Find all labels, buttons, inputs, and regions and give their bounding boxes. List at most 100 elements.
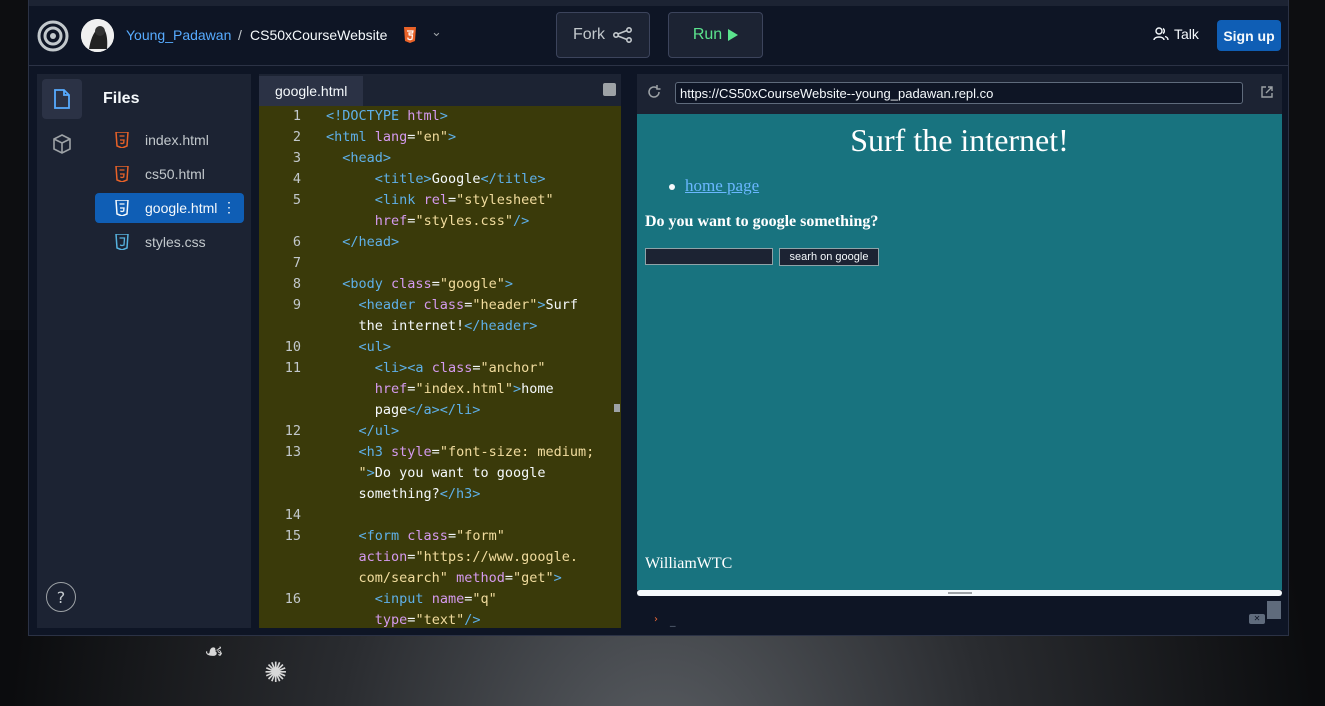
line-number: 2 bbox=[292, 129, 301, 145]
pane-resizer-left[interactable] bbox=[251, 74, 259, 628]
help-button[interactable]: ? bbox=[46, 582, 76, 612]
console[interactable]: › _ ✕ bbox=[637, 596, 1282, 628]
line-number: 14 bbox=[284, 507, 301, 523]
breadcrumb-repl-name[interactable]: CS50xCourseWebsite bbox=[250, 27, 387, 43]
line-number: 12 bbox=[284, 423, 301, 439]
file-label: index.html bbox=[145, 132, 209, 148]
file-item-google[interactable]: google.html ⋮ bbox=[95, 193, 244, 223]
code-line: <header class="header">Surf bbox=[358, 297, 579, 313]
line-number: 6 bbox=[292, 234, 301, 250]
code-area[interactable]: 1 2 3 4 5 6 7 8 9 10 11 12 13 14 15 16 <… bbox=[259, 106, 629, 628]
file-label: cs50.html bbox=[145, 166, 205, 182]
css3-icon bbox=[115, 234, 129, 250]
line-number: 15 bbox=[284, 528, 301, 544]
code-line: </ul> bbox=[358, 423, 400, 439]
reload-icon[interactable] bbox=[647, 85, 661, 99]
signup-button[interactable]: Sign up bbox=[1217, 20, 1281, 51]
stop-icon[interactable] bbox=[603, 83, 616, 96]
fork-label: Fork bbox=[573, 26, 605, 43]
desktop-speck: ☙ bbox=[204, 640, 224, 665]
rendered-page: Surf the internet! home page Do you want… bbox=[637, 114, 1282, 590]
top-bar: Young_Padawan / CS50xCourseWebsite ⌄ For… bbox=[29, 0, 1288, 66]
line-number: 8 bbox=[292, 276, 301, 292]
run-button[interactable]: Run bbox=[668, 12, 763, 58]
code-line: the internet!</header> bbox=[326, 318, 538, 334]
page-heading: Surf the internet! bbox=[850, 122, 1069, 158]
browser-strip bbox=[29, 0, 1288, 6]
code-line: href="styles.css"/> bbox=[374, 213, 530, 229]
files-tool-button[interactable] bbox=[42, 79, 82, 119]
code-line: <li><a class="anchor" bbox=[374, 360, 546, 376]
file-item-styles[interactable]: styles.css bbox=[95, 227, 244, 257]
page-footer: WilliamWTC bbox=[645, 555, 733, 572]
code-line: <head> bbox=[342, 150, 392, 166]
file-item-index[interactable]: index.html bbox=[95, 125, 244, 155]
code-line: com/search" method="get"> bbox=[358, 570, 562, 586]
talk-label: Talk bbox=[1174, 26, 1199, 42]
code-line: <form class="form" bbox=[358, 528, 505, 544]
line-number: 13 bbox=[284, 444, 301, 460]
code-line: <!DOCTYPE html> bbox=[326, 108, 448, 124]
code-line: type="text"/> bbox=[374, 612, 481, 628]
replit-window: Young_Padawan / CS50xCourseWebsite ⌄ For… bbox=[28, 0, 1289, 636]
breadcrumb-separator: / bbox=[238, 27, 242, 43]
console-cursor: _ bbox=[670, 614, 676, 627]
code-line: <body class="google"> bbox=[342, 276, 513, 292]
chevron-down-icon[interactable]: ⌄ bbox=[431, 25, 442, 40]
more-options-icon[interactable]: ⋮ bbox=[222, 199, 236, 216]
editor-scrollbar[interactable] bbox=[614, 404, 620, 412]
code-line: <html lang="en"> bbox=[326, 129, 457, 145]
line-number: 11 bbox=[284, 360, 301, 376]
code-line: <ul> bbox=[358, 339, 392, 355]
desktop-speck: ✺ bbox=[264, 656, 288, 689]
open-new-tab-icon[interactable] bbox=[1261, 86, 1273, 98]
line-number: 4 bbox=[292, 171, 301, 187]
files-title: Files bbox=[103, 90, 140, 107]
console-scrollbar[interactable] bbox=[1267, 601, 1281, 619]
code-line: action="https://www.google. bbox=[358, 549, 578, 565]
page-question: Do you want to google something? bbox=[645, 213, 879, 230]
replit-logo-icon[interactable] bbox=[37, 20, 69, 52]
breadcrumb-user[interactable]: Young_Padawan bbox=[126, 27, 231, 43]
clear-console-icon[interactable]: ✕ bbox=[1249, 614, 1265, 624]
html5-icon bbox=[115, 200, 129, 216]
search-input[interactable] bbox=[645, 248, 773, 265]
code-line: <h3 style="font-size: medium; bbox=[358, 444, 595, 460]
url-input[interactable]: https://CS50xCourseWebsite--young_padawa… bbox=[675, 82, 1243, 104]
code-line: something?</h3> bbox=[326, 486, 481, 502]
avatar[interactable] bbox=[81, 19, 114, 52]
play-icon bbox=[728, 29, 739, 41]
file-item-cs50[interactable]: cs50.html bbox=[95, 159, 244, 189]
code-line: <title>Google</title> bbox=[374, 171, 546, 187]
line-number: 1 bbox=[292, 108, 301, 124]
code-line: href="index.html">home bbox=[374, 381, 554, 397]
code-line: ">Do you want to google bbox=[358, 465, 546, 481]
left-rail: ? bbox=[37, 74, 87, 628]
webview-pane: https://CS50xCourseWebsite--young_padawa… bbox=[637, 74, 1282, 628]
tab-google-html[interactable]: google.html bbox=[259, 76, 364, 106]
talk-button[interactable]: Talk bbox=[1153, 26, 1199, 42]
search-button[interactable]: searh on google bbox=[779, 248, 879, 266]
line-number: 5 bbox=[292, 192, 301, 208]
files-panel: Files index.html cs50.html google.html ⋮… bbox=[87, 74, 251, 628]
file-label: google.html bbox=[145, 200, 218, 216]
console-prompt: › bbox=[654, 614, 658, 625]
grip-icon[interactable] bbox=[948, 592, 972, 594]
people-icon bbox=[1153, 27, 1169, 41]
fork-button[interactable]: Fork bbox=[556, 12, 650, 58]
file-label: styles.css bbox=[145, 234, 206, 250]
fork-icon bbox=[613, 27, 632, 43]
code-line: page</a></li> bbox=[326, 402, 481, 418]
code-line: </head> bbox=[342, 234, 400, 250]
packages-tool-button[interactable] bbox=[42, 124, 82, 164]
code-editor-pane: google.html 1 2 3 4 5 6 7 8 9 10 11 12 1… bbox=[251, 74, 629, 628]
line-number: 10 bbox=[284, 339, 301, 355]
line-number: 7 bbox=[292, 255, 301, 271]
code-line: <link rel="stylesheet" bbox=[374, 192, 554, 208]
line-number: 16 bbox=[284, 591, 301, 607]
html5-icon bbox=[404, 27, 416, 43]
home-page-link[interactable]: home page bbox=[685, 176, 759, 196]
pane-resizer-right[interactable] bbox=[621, 74, 629, 628]
line-number: 3 bbox=[292, 150, 301, 166]
html5-icon bbox=[115, 166, 129, 182]
